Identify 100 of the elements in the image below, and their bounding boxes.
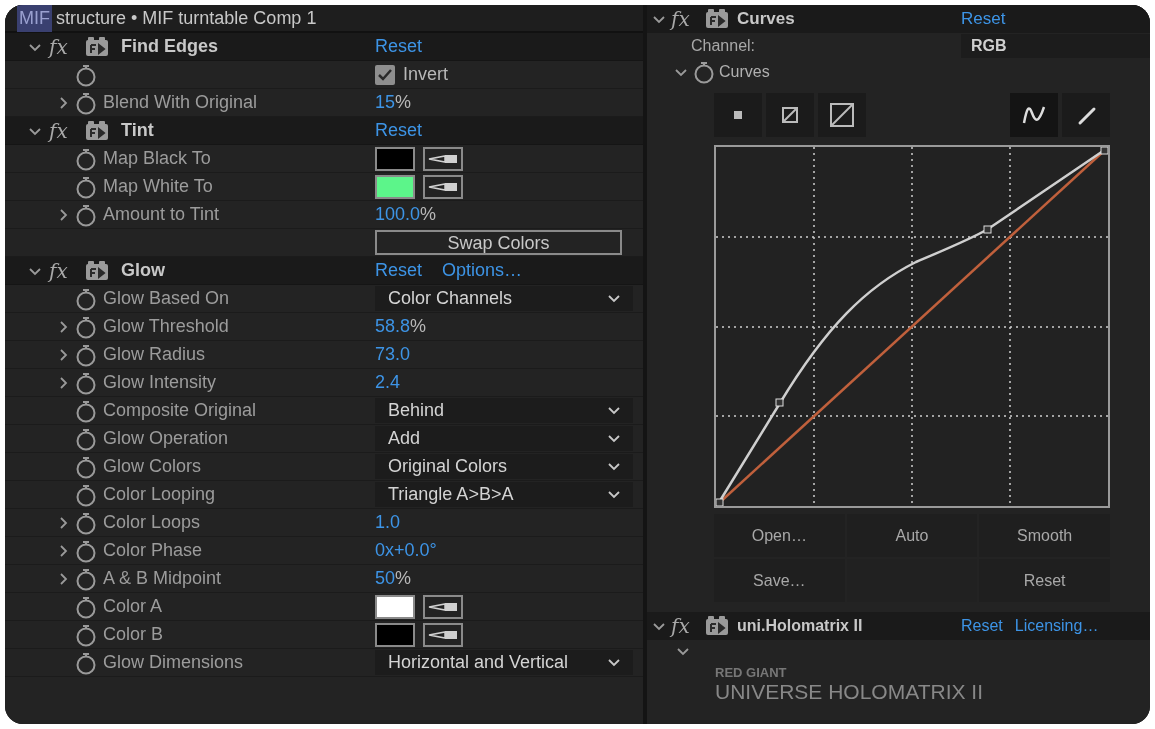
channel-label: Channel:	[691, 36, 757, 56]
stopwatch-icon[interactable]	[75, 454, 97, 479]
unit-label: %	[420, 203, 437, 226]
property-label: Curves	[719, 62, 770, 82]
effect-action-link[interactable]: Reset	[961, 614, 1003, 638]
stopwatch-icon[interactable]	[75, 538, 97, 563]
curves-action-button[interactable]: Reset	[979, 559, 1110, 602]
stopwatch-icon[interactable]	[75, 594, 97, 619]
stopwatch-icon[interactable]	[75, 90, 97, 115]
stopwatch-icon[interactable]	[75, 622, 97, 647]
curve-tool-button[interactable]	[766, 93, 814, 137]
eyedropper-button[interactable]	[423, 622, 463, 647]
eyedropper-icon	[427, 600, 459, 613]
value-scrubber[interactable]: 100.0	[375, 201, 421, 228]
dropdown[interactable]: Behind	[375, 398, 633, 423]
effect-badge-icon	[85, 260, 109, 281]
stopwatch-icon[interactable]	[75, 62, 97, 87]
property-label: Blend With Original	[103, 91, 258, 114]
panel-title-selection: MIF	[17, 5, 52, 32]
dropdown[interactable]: Color Channels	[375, 286, 633, 311]
effect-action-link[interactable]: Reset	[375, 117, 423, 144]
brand-label: RED GIANT	[715, 666, 788, 679]
dropdown[interactable]: Original Colors	[375, 454, 633, 479]
effect-action-link[interactable]: Reset	[375, 257, 423, 284]
small-square-icon	[734, 111, 742, 119]
property-label: Color Loops	[103, 511, 201, 534]
eyedropper-button[interactable]	[423, 594, 463, 619]
fx-toggle[interactable]: fx	[49, 120, 79, 141]
checkbox[interactable]	[375, 64, 395, 85]
effect-name: Glow	[121, 259, 165, 282]
property-label: Glow Dimensions	[103, 651, 244, 674]
value-scrubber[interactable]: 73.0	[375, 341, 411, 368]
fx-toggle[interactable]: fx	[49, 36, 79, 57]
eyedropper-button[interactable]	[423, 174, 463, 199]
curves-action-button[interactable]: Save…	[714, 559, 845, 602]
stopwatch-icon[interactable]	[75, 566, 97, 591]
effect-name: uni.Holomatrix II	[737, 616, 863, 636]
stopwatch-icon[interactable]	[75, 650, 97, 675]
stopwatch-icon[interactable]	[75, 370, 97, 395]
dropdown[interactable]: Triangle A>B>A	[375, 482, 633, 507]
value-scrubber[interactable]: 2.4	[375, 369, 401, 396]
checkmark-icon	[378, 68, 392, 81]
effect-action-link[interactable]: Options…	[442, 257, 523, 284]
dropdown[interactable]: Add	[375, 426, 633, 451]
stopwatch-icon[interactable]	[75, 482, 97, 507]
stopwatch-icon[interactable]	[75, 202, 97, 227]
color-swatch[interactable]	[375, 174, 415, 199]
unit-label: %	[395, 91, 412, 114]
value-scrubber[interactable]: 58.8	[375, 313, 411, 340]
value-scrubber[interactable]: 0x+0.0°	[375, 537, 437, 564]
property-label: Color Phase	[103, 539, 203, 562]
effect-name: Curves	[737, 8, 795, 31]
property-label: Glow Based On	[103, 287, 230, 310]
chevron-down-icon	[608, 490, 620, 499]
curves-action-button[interactable]: Auto	[846, 514, 978, 557]
stopwatch-icon[interactable]	[75, 426, 97, 451]
channel-dropdown[interactable]: RGB	[961, 34, 1150, 58]
stopwatch-icon[interactable]	[75, 398, 97, 423]
value-scrubber[interactable]: 50	[375, 565, 396, 592]
color-swatch[interactable]	[375, 622, 415, 647]
effect-action-link[interactable]: Reset	[375, 33, 423, 60]
fx-toggle[interactable]: fx	[671, 616, 701, 636]
stopwatch-icon[interactable]	[693, 60, 715, 84]
chevron-down-icon	[608, 406, 620, 415]
effect-name: Find Edges	[121, 35, 218, 58]
unit-label: %	[410, 315, 427, 338]
stopwatch-icon[interactable]	[75, 314, 97, 339]
curve-tool-button[interactable]	[818, 93, 866, 137]
property-label: Glow Operation	[103, 427, 229, 450]
stopwatch-icon[interactable]	[75, 510, 97, 535]
checkbox-label[interactable]: Invert	[403, 61, 449, 88]
value-scrubber[interactable]: 1.0	[375, 509, 401, 536]
effect-action-link[interactable]: Licensing…	[1014, 614, 1099, 638]
color-swatch[interactable]	[375, 146, 415, 171]
fx-toggle[interactable]: fx	[49, 260, 79, 281]
effect-action-link[interactable]: Reset	[961, 6, 1006, 32]
effect-badge-icon	[85, 36, 109, 57]
chevron-down-icon	[608, 658, 620, 667]
eyedropper-button[interactable]	[423, 146, 463, 171]
chevron-down-icon	[608, 294, 620, 303]
color-swatch[interactable]	[375, 594, 415, 619]
property-label: Composite Original	[103, 399, 257, 422]
value-scrubber[interactable]: 15	[375, 89, 396, 116]
fx-toggle[interactable]: fx	[671, 9, 701, 29]
stopwatch-icon[interactable]	[75, 146, 97, 171]
curve-tool-button[interactable]	[1062, 93, 1110, 137]
stopwatch-icon[interactable]	[75, 174, 97, 199]
curves-action-button[interactable]: Open…	[714, 514, 845, 557]
chevron-down-icon	[608, 462, 620, 471]
dropdown[interactable]: Horizontal and Vertical	[375, 650, 633, 675]
stopwatch-icon[interactable]	[75, 342, 97, 367]
property-label: A & B Midpoint	[103, 567, 222, 590]
property-label: Glow Radius	[103, 343, 206, 366]
swap-colors-button[interactable]: Swap Colors	[375, 230, 622, 255]
curves-action-button[interactable]: Smooth	[979, 514, 1110, 557]
property-label: Color Looping	[103, 483, 216, 506]
unit-label: %	[395, 567, 412, 590]
curve-tool-button[interactable]	[1010, 93, 1058, 137]
stopwatch-icon[interactable]	[75, 286, 97, 311]
curve-tool-button[interactable]	[714, 93, 762, 137]
